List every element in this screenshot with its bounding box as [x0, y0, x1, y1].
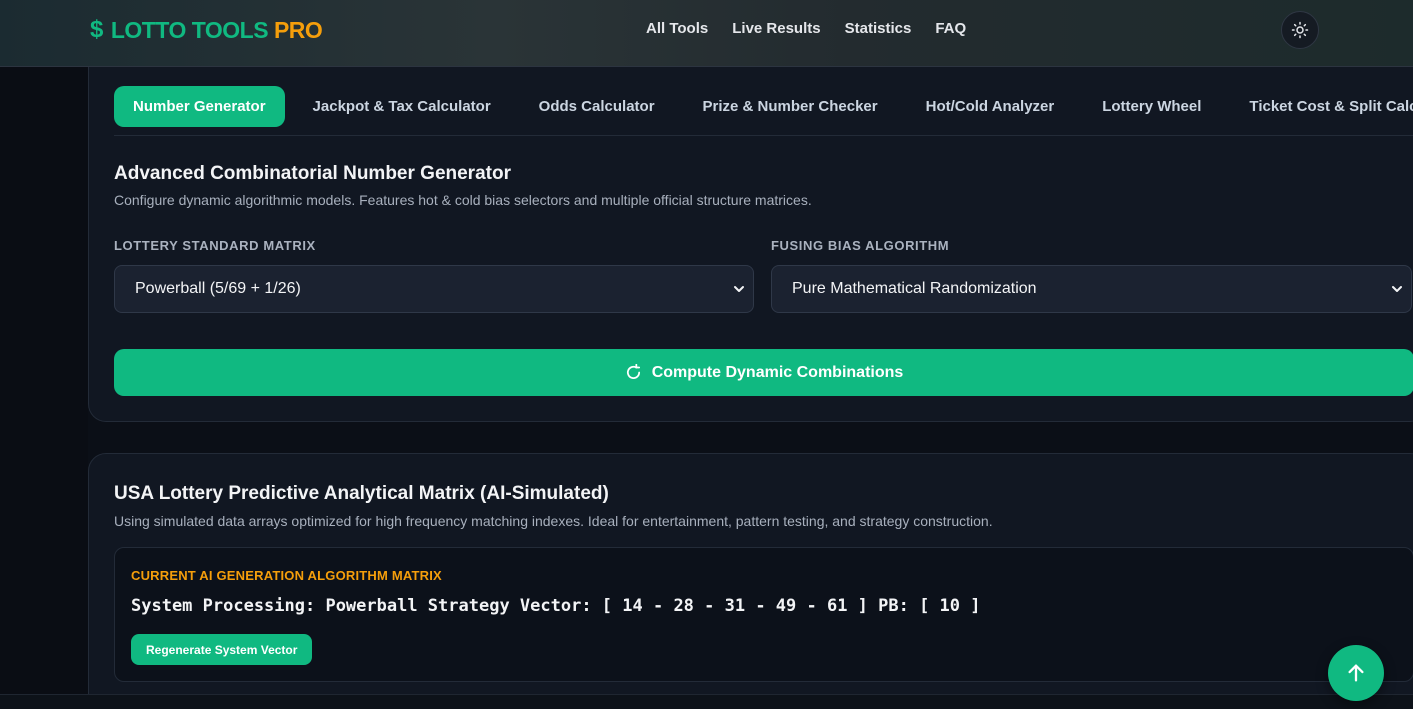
predictive-description: Using simulated data arrays optimized fo…	[114, 513, 993, 529]
left-gutter	[0, 67, 88, 709]
bias-select[interactable]: Pure Mathematical Randomization	[771, 265, 1412, 313]
strategy-vector-text: System Processing: Powerball Strategy Ve…	[131, 596, 981, 616]
generator-card: Number Generator Jackpot & Tax Calculato…	[88, 67, 1413, 422]
site-header: $ LOTTO TOOLS PRO All Tools Live Results…	[0, 0, 1413, 67]
generator-title: Advanced Combinatorial Number Generator	[114, 163, 511, 184]
tab-prize-number-checker[interactable]: Prize & Number Checker	[679, 86, 902, 127]
brand-name: LOTTO TOOLS	[110, 16, 269, 43]
predictive-card: USA Lottery Predictive Analytical Matrix…	[88, 453, 1413, 709]
chevron-down-icon	[1392, 286, 1402, 292]
tab-number-generator[interactable]: Number Generator	[114, 86, 285, 127]
tab-jackpot-tax-calculator[interactable]: Jackpot & Tax Calculator	[289, 86, 515, 127]
algorithm-matrix-box: CURRENT AI GENERATION ALGORITHM MATRIX S…	[114, 547, 1413, 682]
predictive-title: USA Lottery Predictive Analytical Matrix…	[114, 483, 609, 504]
arrow-up-icon	[1348, 664, 1364, 682]
bias-label: FUSING BIAS ALGORITHM	[771, 238, 950, 253]
sun-icon	[1291, 21, 1309, 39]
nav-statistics[interactable]: Statistics	[845, 20, 912, 37]
tab-lottery-wheel[interactable]: Lottery Wheel	[1078, 86, 1225, 127]
compute-combinations-button[interactable]: Compute Dynamic Combinations	[114, 349, 1413, 396]
tab-odds-calculator[interactable]: Odds Calculator	[515, 86, 679, 127]
theme-toggle-button[interactable]	[1281, 11, 1319, 49]
matrix-label: LOTTERY STANDARD MATRIX	[114, 238, 316, 253]
algorithm-matrix-label: CURRENT AI GENERATION ALGORITHM MATRIX	[131, 568, 442, 583]
bias-select-value: Pure Mathematical Randomization	[792, 280, 1037, 297]
brand-logo[interactable]: $ LOTTO TOOLS PRO	[90, 16, 323, 44]
brand-suffix: PRO	[273, 16, 323, 43]
regenerate-vector-button[interactable]: Regenerate System Vector	[131, 634, 313, 665]
nav-faq[interactable]: FAQ	[935, 20, 966, 37]
refresh-icon	[626, 364, 640, 379]
tool-tabs: Number Generator Jackpot & Tax Calculato…	[114, 86, 1413, 136]
matrix-select[interactable]: Powerball (5/69 + 1/26)	[114, 265, 754, 313]
compute-button-label: Compute Dynamic Combinations	[651, 363, 904, 381]
tab-hot-cold-analyzer[interactable]: Hot/Cold Analyzer	[902, 86, 1079, 127]
dollar-icon: $	[90, 16, 103, 43]
main-nav: All Tools Live Results Statistics FAQ	[646, 20, 966, 37]
generator-description: Configure dynamic algorithmic models. Fe…	[114, 192, 812, 208]
footer	[0, 694, 1413, 709]
nav-all-tools[interactable]: All Tools	[646, 20, 708, 37]
tab-ticket-cost-split-calc[interactable]: Ticket Cost & Split Calc	[1225, 86, 1413, 127]
scroll-to-top-button[interactable]	[1328, 645, 1384, 701]
chevron-down-icon	[734, 286, 744, 292]
nav-live-results[interactable]: Live Results	[732, 20, 820, 37]
matrix-select-value: Powerball (5/69 + 1/26)	[135, 280, 301, 297]
